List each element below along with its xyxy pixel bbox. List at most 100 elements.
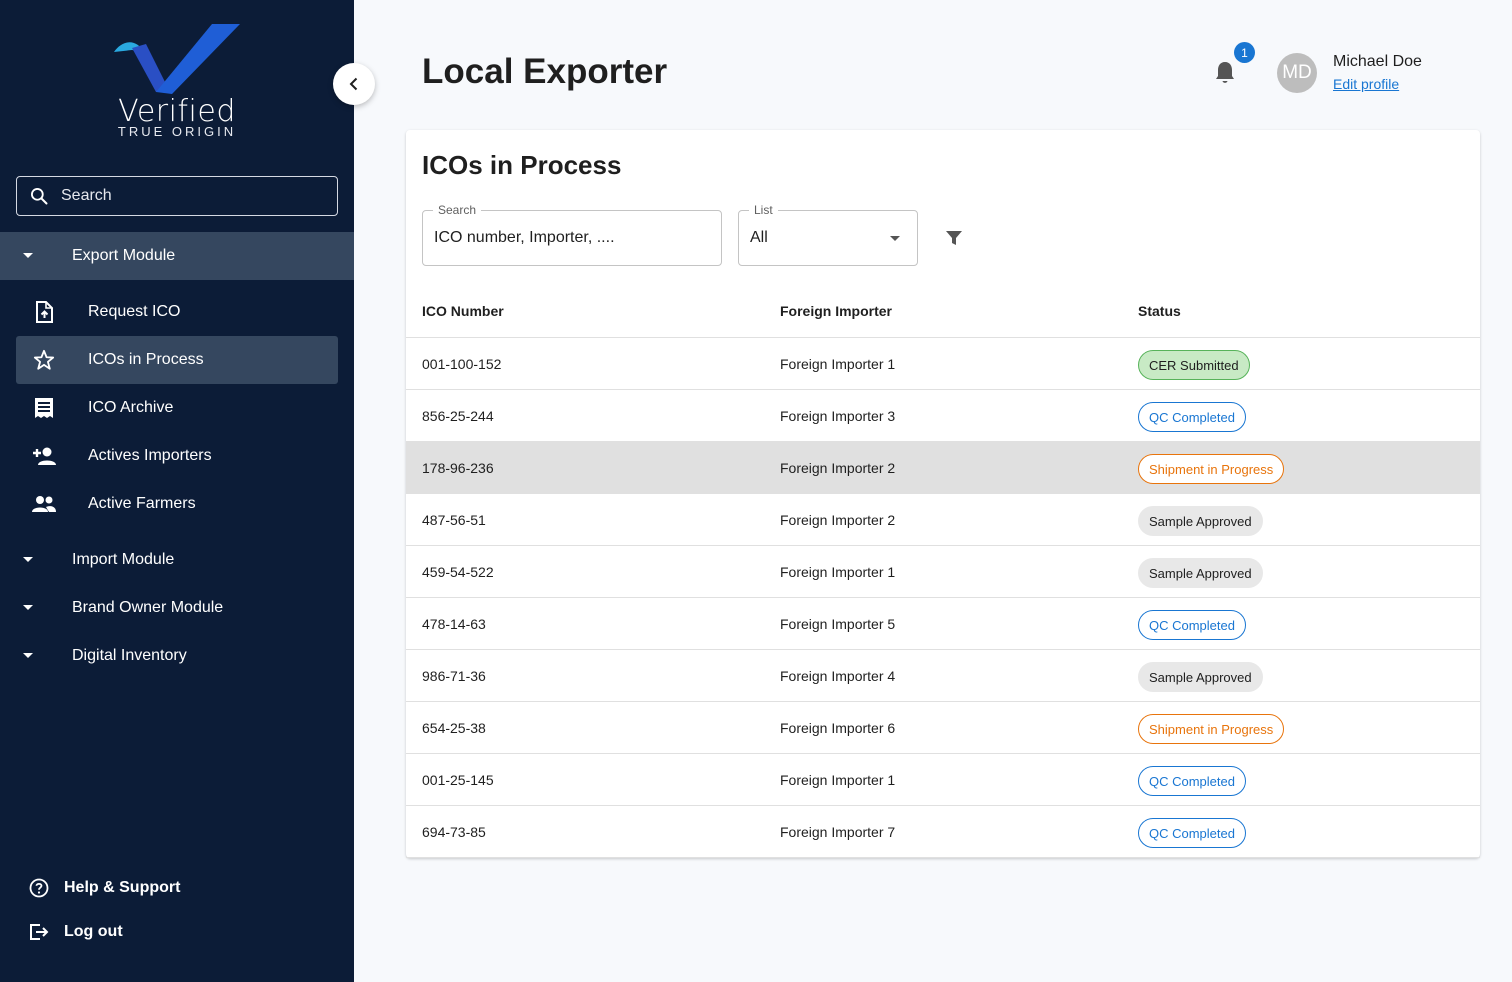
importer-cell: Foreign Importer 4: [780, 668, 896, 684]
sidebar-item-request-ico[interactable]: Request ICO: [16, 288, 338, 336]
help-support-link[interactable]: Help & Support: [28, 876, 180, 900]
user-name: Michael Doe: [1333, 53, 1422, 70]
sidebar-item-label: ICOs in Process: [88, 351, 204, 368]
table-row[interactable]: 487-56-51 Foreign Importer 2 Sample Appr…: [406, 494, 1480, 546]
help-circle-icon: [28, 877, 50, 899]
ico-number-cell: 986-71-36: [422, 668, 486, 684]
ico-number-cell: 459-54-522: [422, 564, 494, 580]
bell-icon: [1216, 62, 1234, 83]
search-field-value: ICO number, Importer, ....: [434, 229, 615, 246]
module-label: Import Module: [72, 551, 175, 568]
sidebar-item-actives-importers[interactable]: Actives Importers: [16, 432, 338, 480]
module-export[interactable]: Export Module: [0, 232, 354, 280]
brand-tagline: TRUE ORIGIN: [117, 124, 237, 139]
status-badge: QC Completed: [1138, 610, 1246, 640]
status-badge: QC Completed: [1138, 818, 1246, 848]
avatar[interactable]: MD: [1277, 53, 1317, 93]
column-header-ico-number[interactable]: ICO Number: [422, 303, 504, 319]
sidebar-item-icos-in-process[interactable]: ICOs in Process: [16, 336, 338, 384]
filter-icon: [946, 231, 962, 245]
help-support-label: Help & Support: [64, 879, 181, 896]
module-brand-owner[interactable]: Brand Owner Module: [0, 584, 354, 632]
ico-number-cell: 654-25-38: [422, 720, 486, 736]
table-row[interactable]: 986-71-36 Foreign Importer 4 Sample Appr…: [406, 650, 1480, 702]
sidebar-search-placeholder: Search: [61, 187, 112, 204]
sidebar-item-ico-archive[interactable]: ICO Archive: [16, 384, 338, 432]
importer-cell: Foreign Importer 1: [780, 772, 896, 788]
ico-number-cell: 487-56-51: [422, 512, 486, 528]
receipt-icon: [32, 396, 56, 420]
person-add-icon: [32, 444, 56, 468]
chevron-left-icon: [349, 77, 358, 91]
table-row[interactable]: 001-25-145 Foreign Importer 1 QC Complet…: [406, 754, 1480, 806]
people-icon: [32, 492, 56, 516]
filter-button[interactable]: [942, 226, 966, 250]
table-row[interactable]: 478-14-63 Foreign Importer 5 QC Complete…: [406, 598, 1480, 650]
ico-number-cell: 694-73-85: [422, 824, 486, 840]
module-label: Export Module: [72, 247, 176, 264]
ico-number-cell: 856-25-244: [422, 408, 494, 424]
sidebar-item-active-farmers[interactable]: Active Farmers: [16, 480, 338, 528]
status-badge: Sample Approved: [1138, 506, 1263, 536]
module-import[interactable]: Import Module: [0, 536, 354, 584]
table-header: ICO Number Foreign Importer Status: [406, 286, 1480, 338]
column-header-status[interactable]: Status: [1138, 303, 1181, 319]
ico-number-cell: 001-25-145: [422, 772, 494, 788]
file-upload-icon: [32, 300, 56, 324]
importer-cell: Foreign Importer 1: [780, 356, 896, 372]
table-row[interactable]: 856-25-244 Foreign Importer 3 QC Complet…: [406, 390, 1480, 442]
collapse-sidebar-button[interactable]: [333, 63, 375, 105]
card-title: ICOs in Process: [422, 150, 622, 180]
caret-down-icon: [23, 653, 33, 658]
importer-cell: Foreign Importer 1: [780, 564, 896, 580]
dropdown-arrow-icon: [890, 236, 900, 241]
logout-label: Log out: [64, 923, 123, 940]
importer-cell: Foreign Importer 5: [780, 616, 896, 632]
logout-link[interactable]: Log out: [28, 920, 123, 944]
sidebar-search-input[interactable]: Search: [16, 176, 338, 216]
table-row[interactable]: 178-96-236 Foreign Importer 2 Shipment i…: [406, 442, 1480, 494]
sidebar: Verified TRUE ORIGIN Search Export Modul…: [0, 0, 354, 982]
edit-profile-link[interactable]: Edit profile: [1333, 76, 1399, 92]
icos-card: ICOs in Process Search ICO number, Impor…: [406, 130, 1480, 858]
page-title: Local Exporter: [422, 52, 668, 91]
logout-icon: [28, 921, 50, 943]
notification-badge: 1: [1234, 42, 1255, 63]
table-row[interactable]: 459-54-522 Foreign Importer 1 Sample App…: [406, 546, 1480, 598]
table-row[interactable]: 654-25-38 Foreign Importer 6 Shipment in…: [406, 702, 1480, 754]
ico-number-cell: 178-96-236: [422, 460, 494, 476]
ico-number-cell: 478-14-63: [422, 616, 486, 632]
star-icon: [32, 348, 56, 372]
importer-cell: Foreign Importer 6: [780, 720, 896, 736]
status-badge: Sample Approved: [1138, 558, 1263, 588]
notifications-button[interactable]: [1213, 60, 1237, 86]
status-badge: QC Completed: [1138, 766, 1246, 796]
caret-down-icon: [23, 557, 33, 562]
importer-cell: Foreign Importer 2: [780, 512, 896, 528]
list-field-value: All: [750, 229, 768, 246]
importer-cell: Foreign Importer 3: [780, 408, 896, 424]
status-badge: CER Submitted: [1138, 350, 1250, 380]
status-badge: Shipment in Progress: [1138, 454, 1285, 484]
list-select[interactable]: List All: [738, 203, 918, 266]
importer-cell: Foreign Importer 7: [780, 824, 896, 840]
module-digital-inventory[interactable]: Digital Inventory: [0, 632, 354, 680]
caret-down-icon: [23, 253, 33, 258]
status-badge: QC Completed: [1138, 402, 1246, 432]
table-row[interactable]: 001-100-152 Foreign Importer 1 CER Submi…: [406, 338, 1480, 390]
list-field-label: List: [749, 203, 778, 217]
verified-logo: Verified TRUE ORIGIN: [110, 22, 250, 142]
module-label: Brand Owner Module: [72, 599, 224, 616]
ico-number-cell: 001-100-152: [422, 356, 502, 372]
caret-down-icon: [23, 605, 33, 610]
module-label: Digital Inventory: [72, 647, 187, 664]
status-badge: Sample Approved: [1138, 662, 1263, 692]
sidebar-item-label: ICO Archive: [88, 399, 174, 416]
checkmark-logo-icon: [114, 24, 240, 94]
sidebar-item-label: Active Farmers: [88, 495, 196, 512]
table-row[interactable]: 694-73-85 Foreign Importer 7 QC Complete…: [406, 806, 1480, 858]
sidebar-item-label: Request ICO: [88, 303, 181, 320]
status-badge: Shipment in Progress: [1138, 714, 1285, 744]
column-header-foreign-importer[interactable]: Foreign Importer: [780, 303, 892, 319]
search-input[interactable]: Search ICO number, Importer, ....: [422, 203, 722, 266]
